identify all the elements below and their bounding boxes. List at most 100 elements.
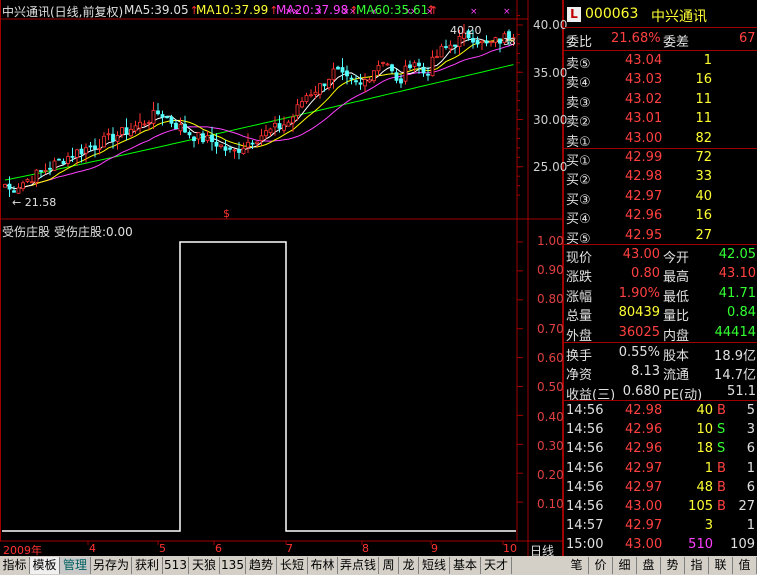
candle-body [471,38,475,43]
candle-body [313,91,318,95]
candle-body [214,141,219,147]
candle-body [259,135,264,141]
ma10-line [4,39,514,190]
indicator-title[interactable]: 受伤庄股 [2,223,50,240]
tick-side: S [717,441,726,457]
buy-volume: 16 [695,208,712,224]
candle-body [291,116,295,124]
bottom-tab-8[interactable]: 趋势 [246,557,277,574]
candle-body [390,64,394,72]
buy-price: 42.96 [625,208,663,224]
candle-body [30,181,34,184]
buy-volume: 33 [695,169,712,185]
fund-value: 51.1 [727,383,756,399]
bottom-tab-4[interactable]: 获利 [132,557,163,574]
bottom-tab-15[interactable]: 基本 [450,557,481,574]
candle-body [79,148,84,155]
sell-level-row: 卖④ 43.03 16 [563,71,757,91]
candle-body [3,183,7,188]
candle-body [7,183,12,190]
panel-tab-2[interactable]: 细 [613,557,637,574]
candle-body [331,68,336,81]
tick-count: 6 [746,441,755,457]
candle-body [250,142,255,145]
bottom-tab-7[interactable]: 135 [220,557,246,574]
tick-price: 43.00 [625,499,663,514]
candle-body [21,182,25,190]
tick-count: 5 [746,403,755,418]
candle-body [39,170,43,172]
bottom-tab-9[interactable]: 长短 [277,557,308,574]
candle-body [133,125,138,132]
stock-header: L 000063 中兴通讯 [563,5,757,27]
date-label: 8 [362,542,369,555]
candle-body [102,135,106,148]
fund-value: 18.9亿 [714,349,756,364]
candle-body [318,83,322,95]
bottom-tab-6[interactable]: 天狼 [189,557,220,574]
candle-body [439,45,444,58]
indicator-axis-label: 0.70 [537,322,564,336]
candle-body [52,160,57,171]
buy-volume: 40 [695,188,712,204]
candle-body [363,79,367,87]
candle-body [340,67,345,73]
tick-price: 42.97 [625,479,663,495]
panel-tab-7[interactable]: 值 [733,557,757,574]
tick-count: 27 [738,499,755,514]
panel-tab-4[interactable]: 势 [661,557,685,574]
candle-body [300,101,304,108]
panel-tab-3[interactable]: 盘 [637,557,661,574]
ma5-value: MA5:39.05↑ [124,3,199,17]
bottom-tab-12[interactable]: 周 [379,557,399,574]
ma20-line [4,43,514,190]
sell-level-row: 卖③ 43.02 11 [563,91,757,111]
sell-price: 43.04 [625,53,663,68]
sell-price: 43.01 [625,111,663,127]
tick-volume: 10 [696,422,713,438]
bottom-tab-5[interactable]: 513 [163,557,189,574]
bottom-tab-1[interactable]: 模板 [30,557,60,574]
bottom-toolbar: 指标 模板 管理 另存为 获利 513 天狼 135 趋势 长短 布林 弄点钱周龙短线 基本 天才 笔价细盘… [0,556,757,575]
tick-time: 14:56 [566,403,604,418]
panel-tab-0[interactable]: 笔 [565,557,589,574]
tick-count: 1 [746,518,755,534]
sell-level-label: 卖② [566,115,591,131]
panel-tab-1[interactable]: 价 [589,557,613,574]
buy-level-row: 买① 42.99 72 [563,149,757,169]
candle-body [97,148,102,150]
tick-volume: 3 [704,518,713,534]
weibi-value: 21.68% [611,31,661,46]
bottom-tab-16[interactable]: 天才 [481,557,512,574]
candle-body [160,114,165,118]
bottom-tab-13[interactable]: 龙 [399,557,419,574]
indicator-series-line [2,241,516,532]
stat-value: 80439 [618,305,660,321]
sell-price: 43.02 [625,91,663,107]
bottom-tab-0[interactable]: 指标 [0,557,30,574]
buy-volume: 72 [695,150,712,165]
stat-label: 总量 [566,309,593,325]
bottom-tab-2[interactable]: 管理 [60,557,91,574]
tick-volume: 510 [688,537,713,553]
tick-side: B [717,499,726,514]
bottom-tab-3[interactable]: 另存为 [91,557,132,574]
sell-level-row: 卖② 43.01 11 [563,110,757,130]
candle-body [111,133,115,142]
stat-label: 今开 [663,251,690,266]
bottom-tab-14[interactable]: 短线 [419,557,450,574]
stat-value: 44414 [714,324,756,340]
candle-body [417,62,421,67]
tick-volume: 48 [696,479,713,495]
panel-tab-6[interactable]: 联 [709,557,733,574]
signal-marker: $ [223,207,230,220]
bottom-tab-10[interactable]: 布林 [308,557,338,574]
buy-level-label: 买③ [566,192,591,208]
tick-volume: 18 [696,441,713,457]
fund-label: 流通 [663,368,690,384]
quote-stat-row: 总量 80439 量比 0.84 [563,304,757,324]
panel-tab-5[interactable]: 指 [685,557,709,574]
candle-body [129,128,133,137]
candle-body [169,116,174,124]
bottom-tab-11[interactable]: 弄点钱 [338,557,379,574]
